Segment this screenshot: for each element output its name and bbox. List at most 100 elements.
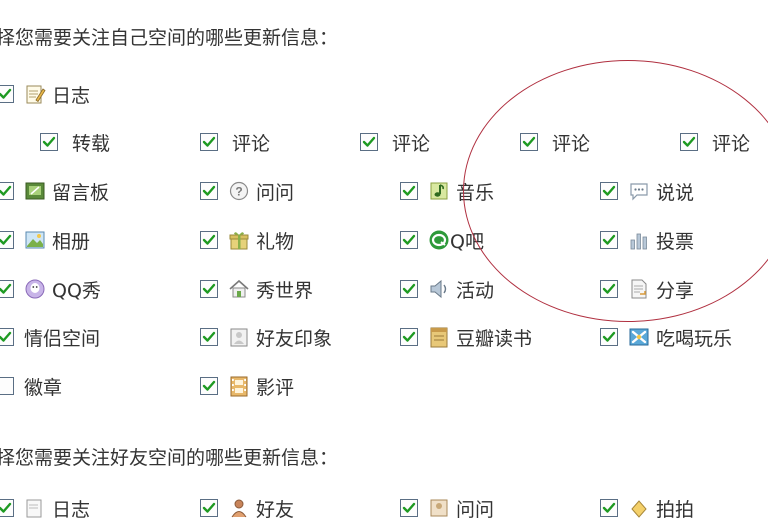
friend-impression-label: 好友印象: [256, 327, 333, 350]
option-show-world[interactable]: 秀世界: [200, 276, 313, 302]
douban-books-label: 豆瓣读书: [456, 327, 533, 350]
book-icon: [428, 326, 450, 348]
message-board-checkbox[interactable]: [0, 182, 14, 200]
option-film-review[interactable]: 影评: [200, 373, 294, 399]
option-paipai[interactable]: 拍拍: [600, 495, 694, 521]
option-vote[interactable]: 投票: [600, 227, 694, 253]
option-douban-books[interactable]: 豆瓣读书: [400, 324, 532, 350]
eat-drink-play-checkbox[interactable]: [600, 328, 618, 346]
repost-label: 转载: [72, 132, 111, 155]
film-review-label: 影评: [256, 376, 295, 399]
show-world-checkbox[interactable]: [200, 280, 218, 298]
section-heading-own-space: 择您需要关注自己空间的哪些更新信息：: [0, 27, 339, 49]
eat-drink-play-label: 吃喝玩乐: [656, 327, 733, 350]
activity-checkbox[interactable]: [400, 280, 418, 298]
comment-2-checkbox[interactable]: [360, 133, 378, 151]
speaker-icon: [428, 278, 450, 300]
share-document-icon: [628, 278, 650, 300]
option-album[interactable]: 相册: [0, 227, 90, 253]
option-friend[interactable]: 好友: [200, 495, 294, 521]
film-icon: [228, 375, 250, 397]
fun-icon: [628, 326, 650, 348]
option-share[interactable]: 分享: [600, 276, 694, 302]
friend-ask-checkbox[interactable]: [400, 499, 418, 517]
question-icon: [428, 497, 450, 519]
paipai-checkbox[interactable]: [600, 499, 618, 517]
diary-checkbox[interactable]: [0, 85, 14, 103]
option-comment-4[interactable]: 评论: [680, 129, 750, 155]
option-activity[interactable]: 活动: [400, 276, 494, 302]
vote-checkbox[interactable]: [600, 231, 618, 249]
friend-diary-label: 日志: [52, 498, 91, 521]
activity-label: 活动: [456, 279, 495, 302]
qq-show-icon: [24, 278, 46, 300]
option-comment-3[interactable]: 评论: [520, 129, 590, 155]
friend-impression-checkbox[interactable]: [200, 328, 218, 346]
option-friend-impression[interactable]: 好友印象: [200, 324, 332, 350]
qqshow-checkbox[interactable]: [0, 280, 14, 298]
shuoshuo-checkbox[interactable]: [600, 182, 618, 200]
message-board-icon: [24, 180, 46, 202]
ask-checkbox[interactable]: [200, 182, 218, 200]
qbar-icon: [428, 229, 450, 251]
diary-icon: [24, 83, 46, 105]
shuoshuo-label: 说说: [656, 181, 695, 204]
ask-label: 问问: [256, 181, 295, 204]
music-checkbox[interactable]: [400, 182, 418, 200]
question-icon: ?: [228, 180, 250, 202]
option-comment-2[interactable]: 评论: [360, 129, 430, 155]
diary-label: 日志: [52, 84, 91, 107]
option-ask[interactable]: ? 问问: [200, 178, 294, 204]
repost-checkbox[interactable]: [40, 133, 58, 151]
message-board-label: 留言板: [52, 181, 110, 204]
option-gift[interactable]: 礼物: [200, 227, 294, 253]
option-eat-drink-play[interactable]: 吃喝玩乐: [600, 324, 732, 350]
comment-4-label: 评论: [712, 132, 751, 155]
album-label: 相册: [52, 230, 91, 253]
share-label: 分享: [656, 279, 695, 302]
svg-text:?: ?: [235, 185, 242, 199]
photo-album-icon: [24, 229, 46, 251]
gift-checkbox[interactable]: [200, 231, 218, 249]
share-checkbox[interactable]: [600, 280, 618, 298]
couple-space-checkbox[interactable]: [0, 328, 14, 346]
speech-bubble-icon: [628, 180, 650, 202]
paipai-label: 拍拍: [656, 498, 695, 521]
couple-space-label: 情侣空间: [24, 327, 101, 350]
option-diary[interactable]: 日志: [0, 81, 90, 107]
section-heading-friend-space: 择您需要关注好友空间的哪些更新信息：: [0, 447, 339, 469]
qbar-checkbox[interactable]: [400, 231, 418, 249]
qqshow-label: QQ秀: [52, 279, 101, 302]
comment-3-checkbox[interactable]: [520, 133, 538, 151]
option-music[interactable]: 音乐: [400, 178, 494, 204]
comment-1-checkbox[interactable]: [200, 133, 218, 151]
show-world-label: 秀世界: [256, 279, 314, 302]
friend-icon: [228, 497, 250, 519]
music-label: 音乐: [456, 181, 495, 204]
douban-books-checkbox[interactable]: [400, 328, 418, 346]
film-review-checkbox[interactable]: [200, 377, 218, 395]
comment-4-checkbox[interactable]: [680, 133, 698, 151]
option-friend-diary[interactable]: 日志: [0, 495, 90, 521]
option-badge[interactable]: 徽章: [0, 373, 62, 399]
option-repost[interactable]: 转载: [40, 129, 110, 155]
option-shuoshuo[interactable]: 说说: [600, 178, 694, 204]
qbar-label: Q吧: [450, 230, 484, 253]
friend-diary-checkbox[interactable]: [0, 499, 14, 517]
house-icon: [228, 278, 250, 300]
option-friend-ask[interactable]: 问问: [400, 495, 494, 521]
option-qqshow[interactable]: QQ秀: [0, 276, 101, 302]
option-comment-1[interactable]: 评论: [200, 129, 270, 155]
comment-3-label: 评论: [552, 132, 591, 155]
comment-2-label: 评论: [392, 132, 431, 155]
option-message-board[interactable]: 留言板: [0, 178, 109, 204]
vote-label: 投票: [656, 230, 695, 253]
option-couple-space[interactable]: 情侣空间: [0, 324, 100, 350]
friend-label: 好友: [256, 498, 295, 521]
album-checkbox[interactable]: [0, 231, 14, 249]
gift-icon: [228, 229, 250, 251]
paipai-icon: [628, 497, 650, 519]
badge-checkbox[interactable]: [0, 377, 14, 395]
friend-checkbox[interactable]: [200, 499, 218, 517]
option-qbar[interactable]: Q吧: [400, 227, 484, 253]
